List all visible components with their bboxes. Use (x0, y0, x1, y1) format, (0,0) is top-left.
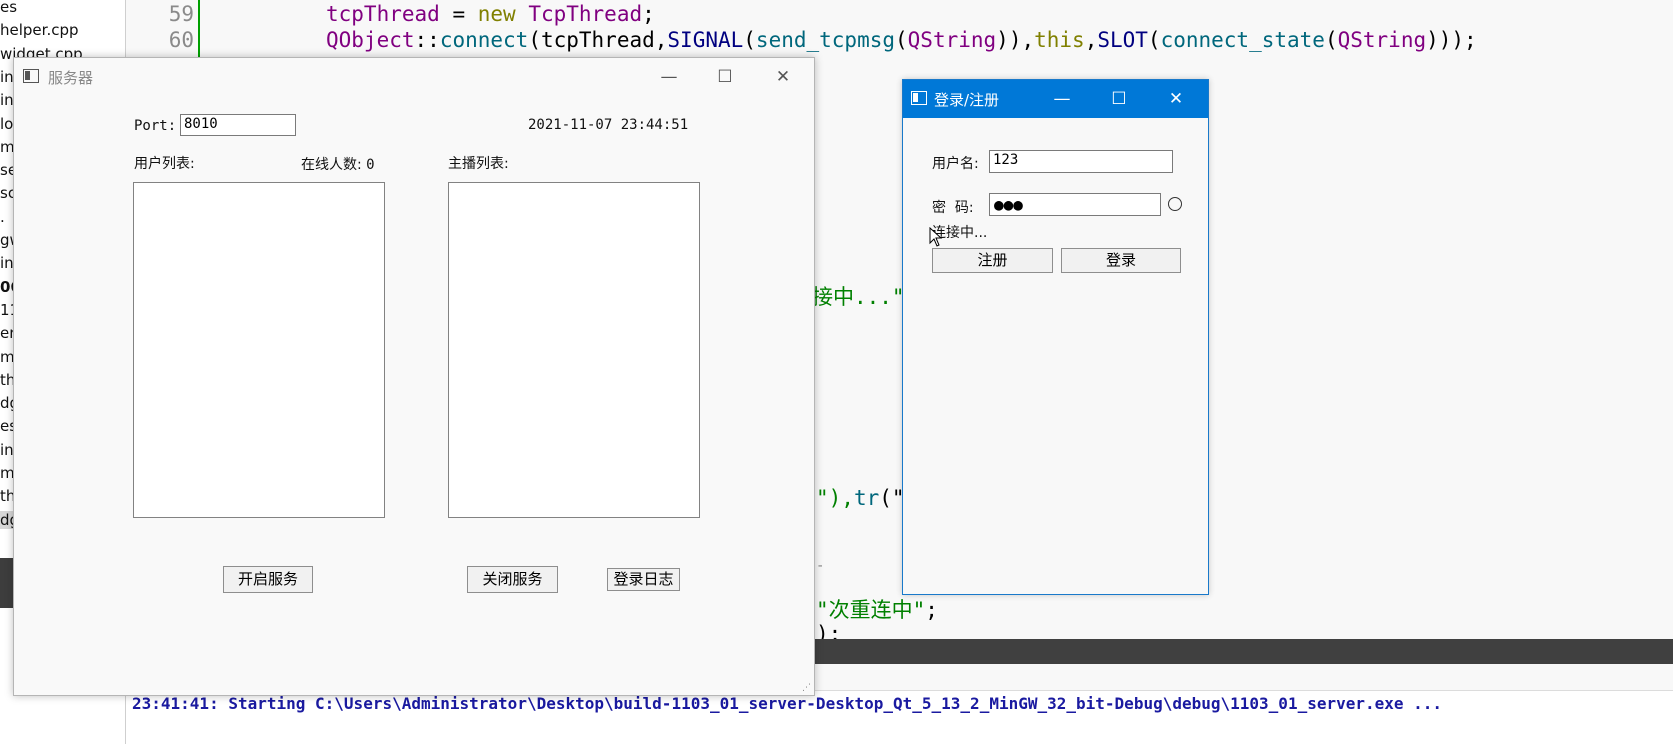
port-input[interactable]: 8010 (180, 114, 296, 136)
code-line-59: tcpThread = new TcpThread; (326, 2, 655, 26)
server-title-bar[interactable]: 服务器 — ☐ ✕ (14, 58, 814, 96)
code-fragment: "次重连中"; (816, 598, 938, 622)
start-service-button[interactable]: 开启服务 (223, 566, 313, 593)
minimize-button[interactable]: — (1043, 86, 1081, 112)
password-label: 密 码: (932, 200, 974, 216)
show-password-icon[interactable] (1168, 197, 1182, 211)
code-fragment: - (816, 558, 825, 574)
file-tree-item[interactable]: helper.cpp (0, 21, 79, 39)
minimize-button[interactable]: — (650, 64, 688, 90)
app-icon (911, 91, 927, 105)
user-list[interactable] (133, 182, 385, 518)
file-tree-item[interactable]: in (0, 68, 14, 86)
output-line: 23:41:41: Starting C:\Users\Administrato… (132, 694, 1443, 713)
login-button[interactable]: 登录 (1061, 248, 1181, 273)
file-tree-item[interactable]: in (0, 441, 14, 459)
file-tree-item[interactable]: in (0, 254, 14, 272)
online-count-value: 0 (366, 157, 375, 173)
username-input[interactable]: 123 (989, 150, 1173, 173)
tree-scroll-region (0, 558, 14, 608)
close-button[interactable]: ✕ (1157, 86, 1195, 112)
line-number: 59 (168, 2, 194, 26)
username-label: 用户名: (932, 156, 979, 172)
port-label: Port: (134, 118, 177, 134)
maximize-button[interactable]: ☐ (1100, 86, 1138, 112)
login-window[interactable]: 登录/注册 — ☐ ✕ 用户名: 123 密 码: ●●● 连接中... 注册 … (902, 79, 1209, 595)
datetime-label: 2021-11-07 23:44:51 (528, 117, 689, 133)
register-button[interactable]: 注册 (932, 248, 1053, 273)
maximize-button[interactable]: ☐ (706, 64, 744, 90)
password-mask: ●●● (994, 195, 1023, 214)
login-window-title: 登录/注册 (934, 91, 1000, 109)
mouse-cursor-icon (929, 227, 943, 247)
file-tree-item[interactable]: lo (0, 115, 13, 133)
file-tree-item[interactable]: . (0, 208, 5, 226)
server-window-title: 服务器 (48, 69, 94, 87)
close-button[interactable]: ✕ (764, 64, 802, 90)
resize-grip-icon[interactable]: ⋰ (802, 683, 812, 693)
file-tree-item[interactable]: in (0, 91, 14, 109)
server-window[interactable]: 服务器 — ☐ ✕ Port: 8010 2021-11-07 23:44:51… (13, 57, 815, 696)
file-tree-item[interactable]: es (0, 0, 17, 16)
password-input[interactable]: ●●● (989, 193, 1161, 216)
host-list-label: 主播列表: (448, 156, 509, 172)
online-count-label: 在线人数: 0 (301, 157, 375, 173)
stop-service-button[interactable]: 关闭服务 (467, 566, 558, 593)
code-line-60: QObject::connect(tcpThread,SIGNAL(send_t… (326, 28, 1477, 52)
login-log-button[interactable]: 登录日志 (607, 568, 680, 591)
application-output-panel: 23:41:41: Starting C:\Users\Administrato… (126, 690, 1673, 745)
user-list-label: 用户列表: (134, 156, 195, 172)
app-icon (23, 69, 39, 83)
login-title-bar[interactable]: 登录/注册 — ☐ ✕ (903, 80, 1208, 118)
host-list[interactable] (448, 182, 700, 518)
line-number: 60 (168, 28, 194, 52)
